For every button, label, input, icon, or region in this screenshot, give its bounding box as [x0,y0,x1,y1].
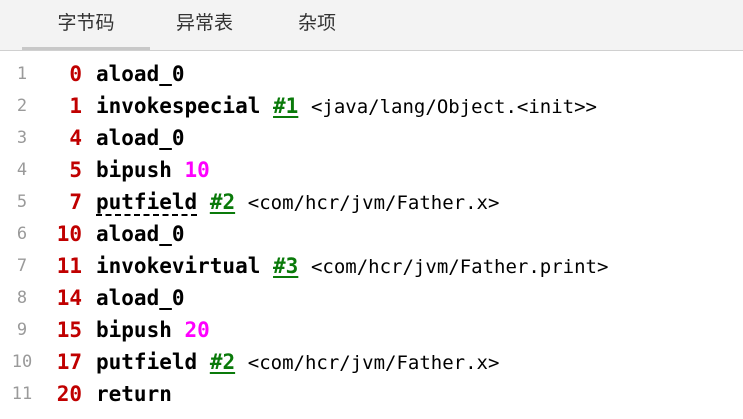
line-number: 9 [16,320,28,340]
constant-pool-ref[interactable]: #2 [210,350,235,374]
line-number: 11 [11,384,33,404]
code-row: 5 7 putfield #2 <com/hcr/jvm/Father.x> [0,186,743,218]
bytecode-offset: 0 [69,62,82,86]
code-row: 4 5 bipush 10 [0,154,743,186]
instruction: bipush 20 [96,314,210,346]
opcode: bipush [96,318,172,342]
resolved-symbol: <com/hcr/jvm/Father.x> [247,192,500,214]
immediate-value: 20 [184,318,210,342]
line-number: 5 [16,192,28,212]
immediate-value: 10 [184,158,210,182]
code-row: 8 14 aload_0 [0,282,743,314]
tab-exception-table[interactable]: 异常表 [176,0,233,50]
bytecode-offset: 17 [56,350,82,374]
bytecode-listing: 1 0 aload_0 2 1 invokespecial #1 <java/lang/O… [0,58,743,419]
opcode: putfield [96,350,198,374]
opcode: aload_0 [96,286,185,310]
tab-bytecode[interactable]: 字节码 [22,0,150,50]
opcode: aload_0 [96,62,185,86]
bytecode-offset: 15 [56,318,82,342]
constant-pool-ref[interactable]: #1 [273,94,298,118]
opcode: bipush [96,158,172,182]
line-number: 4 [16,160,28,180]
resolved-symbol: <java/lang/Object.<init>> [310,96,597,118]
bytecode-offset: 7 [69,190,82,214]
bytecode-offset: 20 [56,382,82,406]
opcode: aload_0 [96,126,185,150]
bytecode-offset: 5 [69,158,82,182]
line-number: 10 [11,352,33,372]
bytecode-offset: 14 [56,286,82,310]
bytecode-offset: 4 [69,126,82,150]
code-row: 1 0 aload_0 [0,58,743,90]
opcode: aload_0 [96,222,185,246]
bytecode-offset: 1 [69,94,82,118]
line-number: 7 [16,256,28,276]
instruction: putfield #2 <com/hcr/jvm/Father.x> [96,346,499,379]
line-number: 1 [16,64,28,84]
constant-pool-ref[interactable]: #2 [210,190,235,214]
code-row: 10 17 putfield #2 <com/hcr/jvm/Father.x> [0,346,743,378]
instruction: aload_0 [96,58,185,90]
opcode: return [96,382,172,406]
opcode: putfield [96,190,198,214]
instruction: return [96,378,172,410]
code-row: 2 1 invokespecial #1 <java/lang/Object.<in… [0,90,743,122]
code-row: 9 15 bipush 20 [0,314,743,346]
instruction: bipush 10 [96,154,210,186]
opcode: invokespecial [96,94,261,118]
instruction: putfield #2 <com/hcr/jvm/Father.x> [96,186,499,219]
code-row: 6 10 aload_0 [0,218,743,250]
code-row: 7 11 invokevirtual #3 <com/hcr/jvm/Father.… [0,250,743,282]
line-number: 3 [16,128,28,148]
bytecode-offset: 11 [56,254,82,278]
resolved-symbol: <com/hcr/jvm/Father.print> [310,256,609,278]
instruction: aload_0 [96,282,185,314]
line-number: 6 [16,224,28,244]
instruction: aload_0 [96,218,185,250]
instruction: aload_0 [96,122,185,154]
code-row: 11 20 return [0,378,743,410]
opcode: invokevirtual [96,254,261,278]
resolved-symbol: <com/hcr/jvm/Father.x> [247,352,500,374]
tab-bar: 字节码 异常表 杂项 [0,0,743,51]
bytecode-offset: 10 [56,222,82,246]
line-number: 2 [16,96,28,116]
tab-misc[interactable]: 杂项 [298,0,336,50]
code-row: 3 4 aload_0 [0,122,743,154]
instruction: invokevirtual #3 <com/hcr/jvm/Father.pri… [96,250,608,283]
constant-pool-ref[interactable]: #3 [273,254,298,278]
instruction: invokespecial #1 <java/lang/Object.<init… [96,90,597,123]
line-number: 8 [16,288,28,308]
